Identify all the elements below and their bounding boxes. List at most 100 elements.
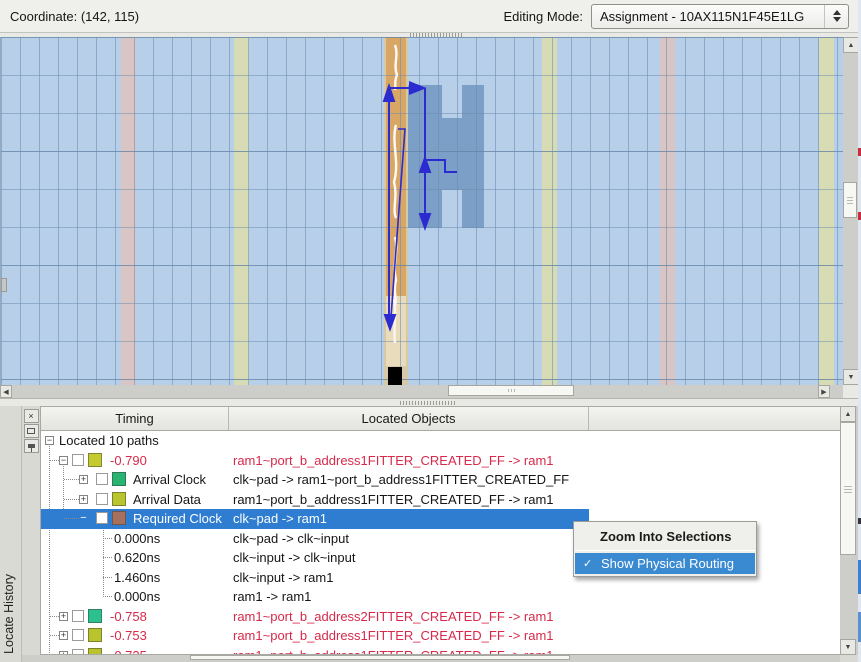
timing-value: 1.460ns	[114, 568, 160, 588]
collapse-icon[interactable]: −	[79, 514, 88, 523]
color-swatch	[88, 648, 102, 656]
located-objects-value: ram1~port_b_address2FITTER_CREATED_FF ->…	[233, 607, 554, 627]
located-objects-value: ram1 -> ram1	[233, 587, 311, 607]
table-row[interactable]: + -0.753 ram1~port_b_address1FITTER_CREATE…	[41, 626, 840, 646]
editing-mode-label: Editing Mode:	[504, 9, 584, 24]
timing-value: -0.725	[110, 646, 147, 656]
tree-branch	[64, 479, 79, 480]
located-objects-value: clk~pad -> ram1	[233, 509, 327, 529]
color-swatch	[88, 609, 102, 623]
chip-planner-canvas[interactable]	[0, 37, 843, 385]
wire-squiggles	[394, 45, 397, 343]
checkmark-icon: ✓	[583, 557, 596, 570]
table-row[interactable]: + Arrival Data ram1~port_b_address1FITTER_…	[41, 490, 840, 510]
scroll-up-icon[interactable]: ▲	[843, 37, 859, 53]
located-objects-value: clk~input -> ram1	[233, 568, 333, 588]
color-swatch	[88, 453, 102, 467]
located-objects-value: ram1~port_b_address1FITTER_CREATED_FF ->…	[233, 490, 554, 510]
routing-overlay	[1, 37, 843, 385]
scroll-up-icon[interactable]: ▲	[840, 406, 856, 422]
menu-item-label: Show Physical Routing	[601, 556, 734, 571]
expand-icon[interactable]: +	[59, 612, 68, 621]
tree-branch	[103, 538, 112, 539]
map-vertical-scrollbar[interactable]: ▲ ▼	[843, 37, 859, 385]
panel-horizontal-scrollbar[interactable]	[22, 655, 840, 662]
spinner-icon[interactable]	[824, 5, 848, 28]
locate-history-tab[interactable]: Locate History	[0, 406, 22, 662]
table-row[interactable]: + -0.758 ram1~port_b_address2FITTER_CREATE…	[41, 607, 840, 627]
color-swatch	[112, 472, 126, 486]
timing-value: Required Clock	[133, 509, 222, 529]
tree-branch	[64, 499, 79, 500]
table-row[interactable]: +Arrival Clockclk~pad -> ram1~port_b_add…	[41, 470, 840, 490]
locate-history-label: Locate History	[2, 574, 16, 654]
splitter-grip[interactable]	[400, 401, 456, 405]
located-objects-value: ram1~port_b_address1FITTER_CREATED_FF ->…	[233, 626, 554, 646]
located-objects-value: ram1~port_b_address1FITTER_CREATED_FF ->…	[233, 646, 554, 656]
timing-value: -0.758	[110, 607, 147, 627]
timing-value: 0.620ns	[114, 548, 160, 568]
table-row[interactable]: −-0.790ram1~port_b_address1FITTER_CREATE…	[41, 451, 840, 471]
tree-branch	[64, 518, 79, 519]
path-checkbox[interactable]	[72, 454, 84, 466]
editing-mode-value: Assignment - 10AX115N1F45E1LG	[592, 9, 824, 24]
timing-value: -0.790	[110, 451, 147, 471]
collapse-icon[interactable]: −	[45, 436, 54, 445]
scroll-left-icon[interactable]: ◀	[0, 385, 12, 398]
panel-hscroll-thumb[interactable]	[190, 655, 570, 660]
top-toolbar: Coordinate: (142, 115) Editing Mode: Ass…	[0, 0, 858, 33]
timing-value: 0.000ns	[114, 587, 160, 607]
panel-vscroll-thumb[interactable]	[840, 422, 856, 555]
table-row[interactable]: +-0.725ram1~port_b_address1FITTER_CREATE…	[41, 646, 840, 656]
path-checkbox[interactable]	[72, 629, 84, 641]
timing-value: -0.753	[110, 626, 147, 646]
located-objects-value: clk~pad -> clk~input	[233, 529, 349, 549]
editing-mode-combobox[interactable]: Assignment - 10AX115N1F45E1LG	[591, 4, 849, 29]
table-row[interactable]: 0.000ns ram1 -> ram1	[41, 587, 840, 607]
path-checkbox[interactable]	[72, 610, 84, 622]
tree-branch	[103, 557, 112, 558]
timing-value: Located 10 paths	[59, 431, 159, 451]
scroll-down-icon[interactable]: ▼	[840, 639, 856, 655]
column-header-located-objects[interactable]: Located Objects	[229, 407, 589, 430]
detach-icon[interactable]	[24, 424, 39, 438]
panel-icon-column: ×	[22, 408, 40, 468]
color-swatch	[88, 628, 102, 642]
path-checkbox[interactable]	[96, 493, 108, 505]
tree-branch	[50, 635, 59, 636]
panel-vertical-scrollbar[interactable]: ▲ ▼	[840, 406, 858, 655]
menu-item-zoom-into-selections[interactable]: Zoom Into Selections	[574, 524, 756, 548]
map-vscroll-thumb[interactable]	[843, 182, 857, 218]
expand-icon[interactable]: +	[59, 631, 68, 640]
color-swatch	[112, 492, 126, 506]
located-objects-value: clk~input -> clk~input	[233, 548, 355, 568]
column-header-filler	[589, 407, 840, 430]
table-row[interactable]: −Located 10 paths	[41, 431, 840, 451]
collapse-icon[interactable]: −	[59, 456, 68, 465]
expand-icon[interactable]: +	[79, 475, 88, 484]
close-icon[interactable]: ×	[24, 409, 39, 423]
map-hscroll-thumb[interactable]	[448, 385, 574, 396]
column-header-timing[interactable]: Timing	[41, 407, 229, 430]
coordinate-readout: Coordinate: (142, 115)	[10, 9, 139, 24]
expand-icon[interactable]: +	[79, 495, 88, 504]
tree-branch	[103, 577, 112, 578]
path-checkbox[interactable]	[96, 512, 108, 524]
tree-branch	[103, 596, 112, 597]
tree-branch	[50, 616, 59, 617]
tree-branch	[50, 460, 59, 461]
menu-item-show-physical-routing[interactable]: ✓ Show Physical Routing	[575, 553, 755, 574]
left-edge-marker	[1, 278, 7, 292]
path-checkbox[interactable]	[96, 473, 108, 485]
context-menu: Zoom Into Selections ✓ Show Physical Routi…	[573, 521, 757, 577]
pin-icon[interactable]	[24, 439, 39, 453]
timing-value: 0.000ns	[114, 529, 160, 549]
map-horizontal-scrollbar[interactable]: ◀ ▶	[0, 385, 843, 398]
menu-separator	[575, 550, 755, 551]
timing-value: Arrival Data	[133, 490, 201, 510]
panel-splitter[interactable]	[0, 398, 861, 406]
timing-value: Arrival Clock	[133, 470, 206, 490]
color-swatch	[112, 511, 126, 525]
scroll-down-icon[interactable]: ▼	[843, 369, 859, 385]
scroll-right-icon[interactable]: ▶	[818, 385, 830, 398]
